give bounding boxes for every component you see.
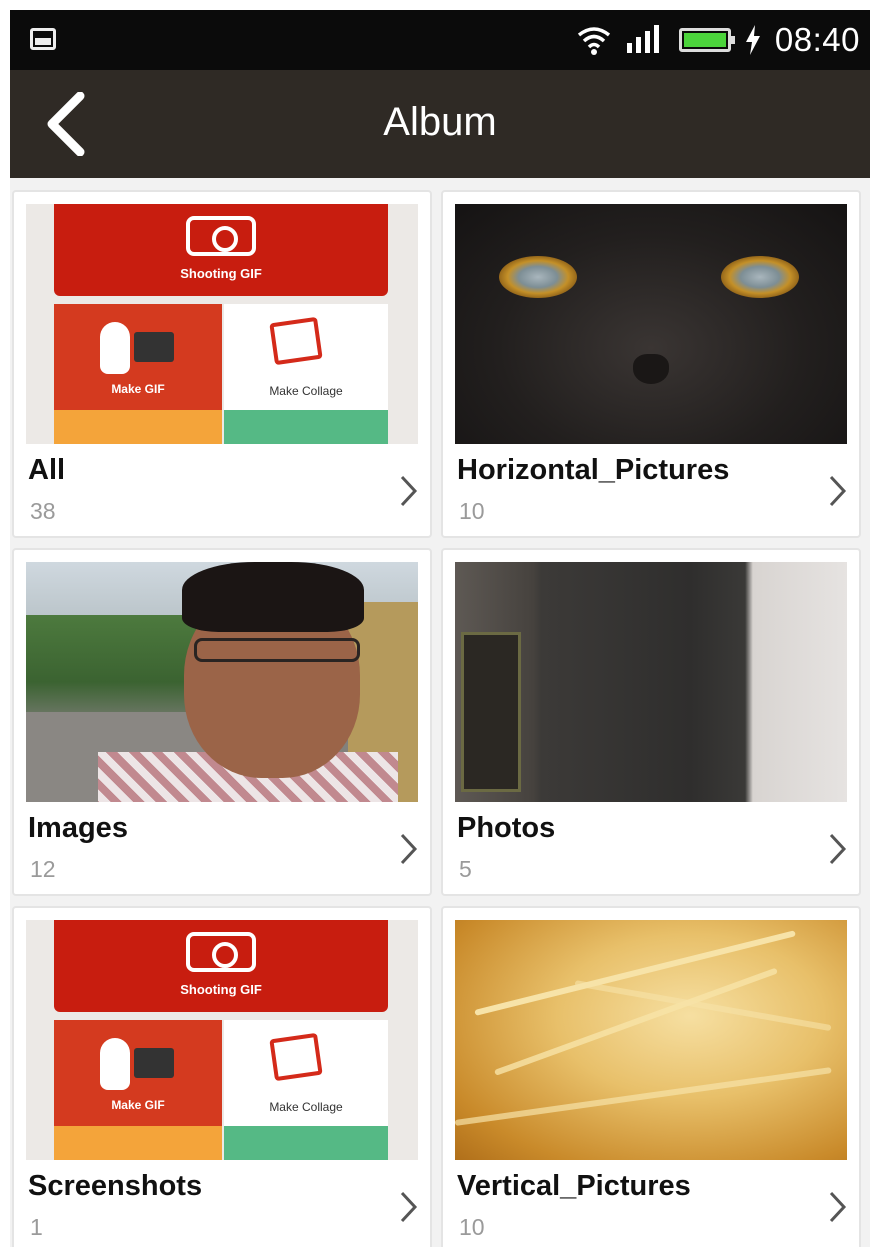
album-screen: 08:40 Album Shooting GIF Make GIF Make C…	[10, 10, 870, 1247]
album-card-photos[interactable]: Photos 5	[441, 548, 861, 896]
album-card-horizontal-pictures[interactable]: Horizontal_Pictures 10	[441, 190, 861, 538]
battery-icon	[678, 28, 735, 52]
album-name: Images	[28, 812, 128, 844]
album-card-vertical-pictures[interactable]: Vertical_Pictures 10	[441, 906, 861, 1247]
charging-bolt-icon	[745, 25, 761, 55]
album-thumbnail: Shooting GIF Make GIF Make Collage	[26, 204, 418, 444]
album-count: 1	[30, 1214, 43, 1240]
chevron-right-icon	[829, 833, 847, 865]
album-name: Photos	[457, 812, 556, 844]
wifi-icon	[577, 25, 611, 55]
album-name: Screenshots	[28, 1170, 203, 1202]
album-name: Vertical_Pictures	[457, 1170, 691, 1202]
chevron-right-icon	[400, 1191, 418, 1223]
album-count: 10	[459, 1214, 485, 1240]
album-thumbnail	[26, 562, 418, 802]
chevron-right-icon	[829, 1191, 847, 1223]
chevron-right-icon	[400, 833, 418, 865]
status-icons: 08:40	[577, 20, 860, 60]
status-bar: 08:40	[10, 10, 870, 70]
album-thumbnail	[455, 204, 847, 444]
album-thumbnail: Shooting GIF Make GIF Make Collage	[26, 920, 418, 1160]
chevron-right-icon	[829, 475, 847, 507]
album-card-all[interactable]: Shooting GIF Make GIF Make Collage All 3…	[12, 190, 432, 538]
album-card-images[interactable]: Images 12	[12, 548, 432, 896]
album-thumbnail	[455, 920, 847, 1160]
album-grid: Shooting GIF Make GIF Make Collage All 3…	[10, 178, 870, 1247]
album-count: 10	[459, 498, 485, 524]
album-card-screenshots[interactable]: Shooting GIF Make GIF Make Collage Scree…	[12, 906, 432, 1247]
gallery-notification-icon	[30, 28, 56, 50]
album-name: All	[28, 454, 66, 486]
page-title: Album	[383, 100, 497, 144]
signal-icon	[625, 25, 665, 55]
chevron-right-icon	[400, 475, 418, 507]
album-thumbnail	[455, 562, 847, 802]
album-name: Horizontal_Pictures	[457, 454, 730, 486]
album-count: 38	[30, 498, 56, 524]
status-time: 08:40	[774, 21, 860, 58]
app-bar: Album	[10, 70, 870, 178]
album-count: 5	[459, 856, 472, 882]
album-count: 12	[30, 856, 56, 882]
